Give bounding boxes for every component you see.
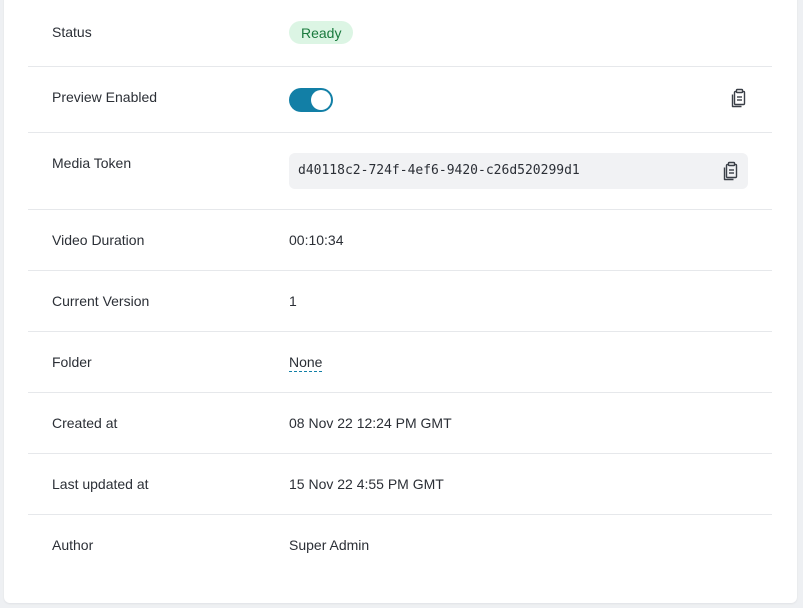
last-updated-value: 15 Nov 22 4:55 PM GMT xyxy=(289,476,444,492)
created-at-label: Created at xyxy=(52,415,118,431)
folder-value-container: None xyxy=(289,354,323,372)
status-value-container: Ready xyxy=(289,21,354,44)
media-token-label: Media Token xyxy=(52,155,132,171)
row-folder: Folder None xyxy=(28,332,772,393)
status-badge: Ready xyxy=(289,21,354,44)
copy-preview-button[interactable] xyxy=(729,88,747,108)
media-token-value[interactable]: d40118c2-724f-4ef6-9420-c26d520299d1 xyxy=(298,163,580,178)
row-created-at: Created at 08 Nov 22 12:24 PM GMT xyxy=(28,393,772,454)
clipboard-copy-icon xyxy=(723,161,738,181)
copy-token-button[interactable] xyxy=(721,161,739,181)
folder-link[interactable]: None xyxy=(289,354,323,372)
row-status: Status Ready xyxy=(28,0,772,67)
created-at-value: 08 Nov 22 12:24 PM GMT xyxy=(289,415,452,431)
last-updated-label: Last updated at xyxy=(52,476,149,492)
row-last-updated: Last updated at 15 Nov 22 4:55 PM GMT xyxy=(28,454,772,515)
row-preview-enabled: Preview Enabled xyxy=(28,67,772,133)
status-label: Status xyxy=(52,24,92,40)
author-value: Super Admin xyxy=(289,537,370,553)
current-version-value: 1 xyxy=(289,293,297,309)
row-author: Author Super Admin xyxy=(28,515,772,576)
row-video-duration: Video Duration 00:10:34 xyxy=(28,210,772,271)
media-details-card: Status Ready Preview Enabled Media Token… xyxy=(4,0,797,603)
toggle-knob xyxy=(311,90,331,110)
current-version-label: Current Version xyxy=(52,293,150,309)
row-media-token: Media Token d40118c2-724f-4ef6-9420-c26d… xyxy=(28,133,772,210)
video-duration-label: Video Duration xyxy=(52,232,145,248)
folder-label: Folder xyxy=(52,354,92,370)
row-current-version: Current Version 1 xyxy=(28,271,772,332)
preview-enabled-label: Preview Enabled xyxy=(52,89,158,105)
media-token-box: d40118c2-724f-4ef6-9420-c26d520299d1 xyxy=(289,153,748,189)
clipboard-copy-icon xyxy=(731,88,746,108)
video-duration-value: 00:10:34 xyxy=(289,232,344,248)
details-list: Status Ready Preview Enabled Media Token… xyxy=(28,0,772,576)
preview-enabled-toggle[interactable] xyxy=(289,88,333,112)
author-label: Author xyxy=(52,537,94,553)
